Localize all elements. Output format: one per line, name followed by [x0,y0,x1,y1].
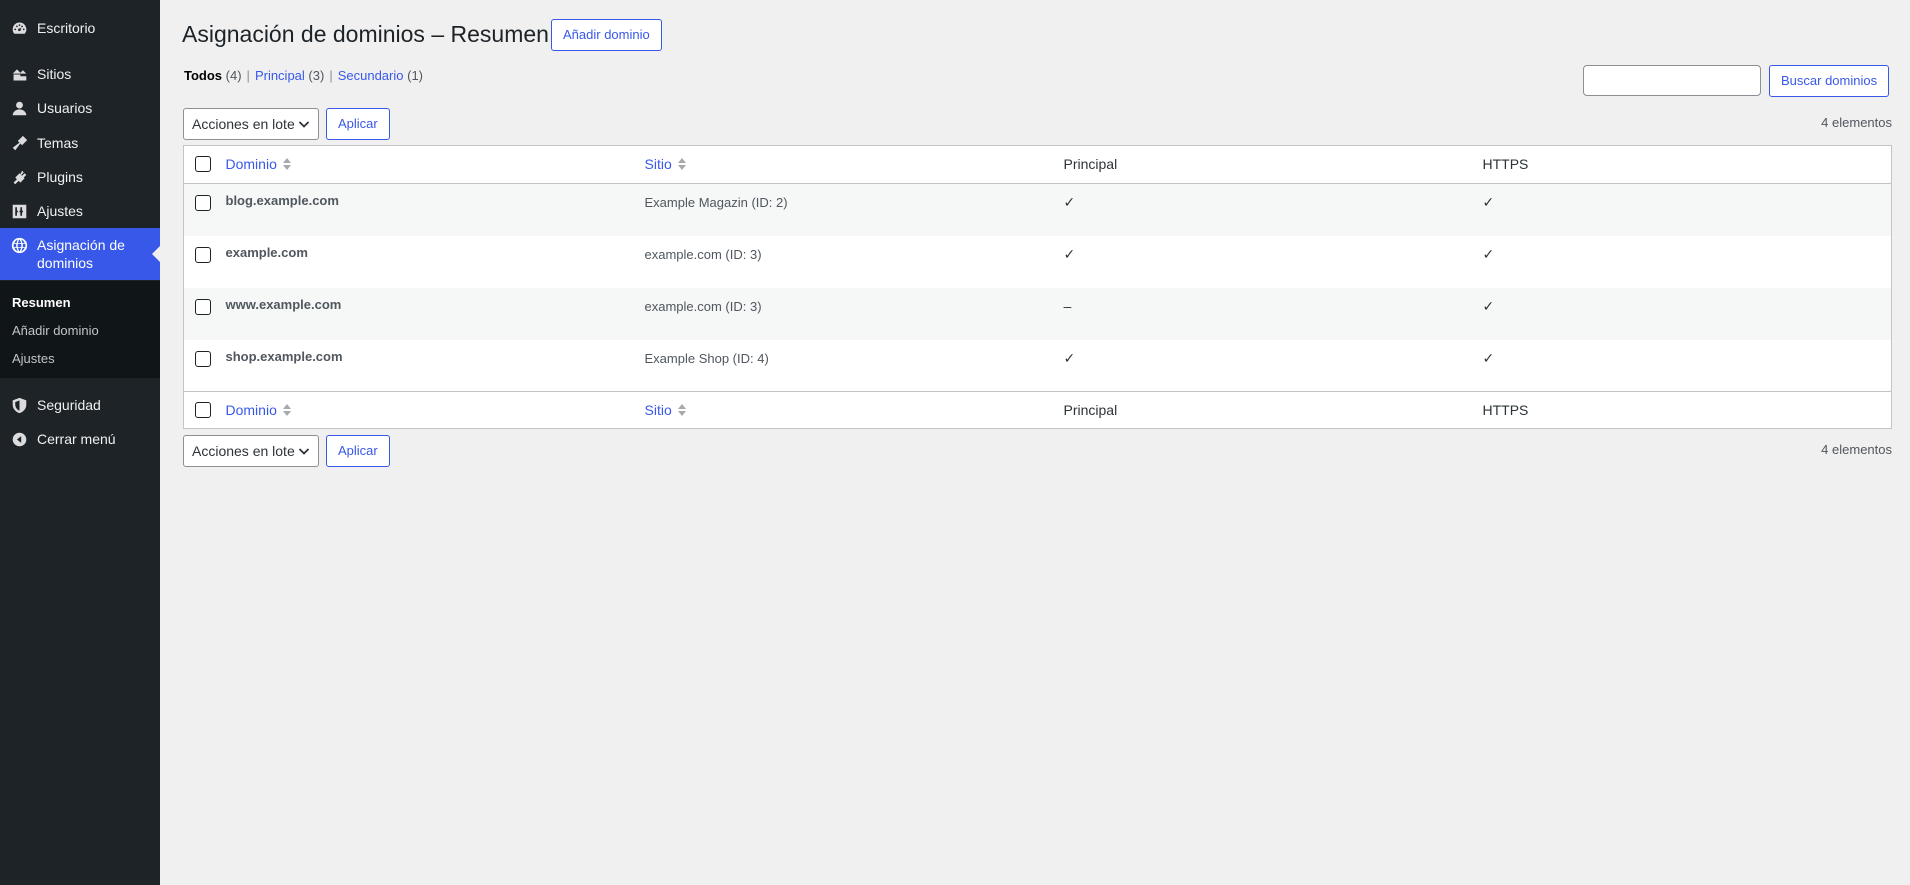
primary-cell: ✓ [1063,194,1076,210]
table-row: example.com example.com (ID: 3) ✓ ✓ [184,236,1892,288]
search-domains-button[interactable]: Buscar dominios [1769,65,1890,97]
search-input[interactable] [1583,65,1761,96]
domain-cell[interactable]: blog.example.com [218,184,637,236]
row-checkbox[interactable] [195,298,211,315]
sites-icon [10,65,28,83]
primary-cell: ✓ [1063,349,1076,366]
sort-icon [677,158,686,170]
sidebar-item-label: Seguridad [37,397,101,413]
globe-icon [10,236,28,254]
admin-sidebar: Escritorio Sitios Usuarios Temas Plugins… [0,0,160,885]
domain-cell[interactable]: www.example.com [218,288,637,340]
submenu-item-resumen[interactable]: Resumen [0,289,160,317]
sort-icon [282,158,291,170]
filter-links: Todos (4) | Principal (3) | Secundario (1) [184,68,423,83]
items-count: 4 elementos [1821,442,1892,457]
users-icon [10,99,28,117]
bulk-actions-select-bottom[interactable]: Acciones en lote [183,435,319,467]
row-checkbox[interactable] [195,350,211,367]
table-footer-row: Dominio Sitio Principal HTTPS [183,391,1892,429]
table-row: blog.example.com Example Magazin (ID: 2)… [183,183,1892,236]
sidebar-item-label: Plugins [37,169,83,185]
themes-icon [10,134,28,152]
chevron-down-icon [298,448,310,455]
sidebar-item-label: Sitios [37,66,72,82]
collapse-icon [10,430,28,448]
sidebar-item-seguridad[interactable]: Seguridad [0,396,160,414]
column-header-primary: Principal [1055,145,1475,184]
bulk-actions-select[interactable]: Acciones en lote [183,108,319,140]
row-checkbox[interactable] [195,246,211,263]
https-cell: ✓ [1482,349,1495,366]
shield-icon [10,396,28,414]
filter-secondary[interactable]: Secundario [338,68,404,83]
domain-cell[interactable]: example.com [218,236,637,288]
sidebar-submenu: Resumen Añadir dominio Ajustes [0,281,160,378]
column-footer-domain[interactable]: Dominio [226,402,291,418]
table-row: www.example.com example.com (ID: 3) – ✓ [183,287,1892,340]
add-domain-button[interactable]: Añadir dominio [551,19,662,51]
sidebar-item-label: Cerrar menú [37,431,116,447]
dashboard-icon [10,19,28,37]
apply-button-bottom[interactable]: Aplicar [326,435,390,467]
apply-button[interactable]: Aplicar [326,108,390,140]
site-cell: example.com (ID: 3) [644,246,762,262]
https-cell: ✓ [1482,245,1495,262]
items-count: 4 elementos [1821,115,1892,130]
site-cell: Example Magazin (ID: 2) [644,195,788,210]
sidebar-item-escritorio[interactable]: Escritorio [0,19,160,37]
sidebar-item-sitios[interactable]: Sitios [0,65,160,83]
sidebar-item-temas[interactable]: Temas [0,134,160,152]
sidebar-item-label: Escritorio [37,20,96,36]
sidebar-item-label: Usuarios [37,100,93,116]
sidebar-item-label: Temas [37,135,79,151]
site-cell: example.com (ID: 3) [644,298,762,314]
settings-icon [10,202,28,220]
sort-icon [677,404,686,416]
sidebar-item-ajustes[interactable]: Ajustes [0,202,160,220]
row-checkbox[interactable] [195,195,211,211]
domains-table: Dominio Sitio Principal HTTPS blog.examp… [183,145,1892,429]
column-header-site[interactable]: Sitio [645,156,686,172]
sidebar-item-label: Ajustes [37,203,83,219]
select-all-checkbox-footer[interactable] [195,402,211,418]
sidebar-item-plugins[interactable]: Plugins [0,168,160,186]
primary-cell: ✓ [1063,245,1076,262]
https-cell: ✓ [1482,194,1495,210]
filter-primary[interactable]: Principal [255,68,305,83]
select-all-checkbox[interactable] [195,156,211,172]
sort-icon [282,404,291,416]
plugins-icon [10,168,28,186]
https-cell: ✓ [1482,297,1495,314]
page-title: Asignación de dominios – Resumen [182,21,549,47]
table-row: shop.example.com Example Shop (ID: 4) ✓ … [184,340,1892,392]
column-footer-primary: Principal [1055,391,1475,429]
sidebar-item-asignacion-de-dominios[interactable]: Asignación de dominios [0,228,160,280]
site-cell: Example Shop (ID: 4) [644,350,769,366]
submenu-item-ajustes[interactable]: Ajustes [0,345,160,373]
bulk-actions-label: Acciones en lote [192,116,295,132]
column-header-https: HTTPS [1474,145,1892,184]
collapse-menu-button[interactable]: Cerrar menú [0,430,160,448]
submenu-item-anadir-dominio[interactable]: Añadir dominio [0,317,160,345]
column-header-domain[interactable]: Dominio [226,156,291,172]
sidebar-item-usuarios[interactable]: Usuarios [0,99,160,117]
column-footer-https: HTTPS [1474,391,1892,429]
tablenav-top: Acciones en lote Aplicar 4 elementos [183,107,1892,141]
bulk-actions-label: Acciones en lote [192,443,295,459]
tablenav-bottom: Acciones en lote Aplicar 4 elementos [183,434,1892,468]
filter-all[interactable]: Todos (4) [184,68,242,83]
chevron-down-icon [298,121,310,128]
sidebar-item-label: Asignación de dominios [37,237,125,271]
primary-cell: – [1063,297,1072,314]
table-header-row: Dominio Sitio Principal HTTPS [183,145,1892,184]
domain-cell[interactable]: shop.example.com [218,340,637,392]
column-footer-site[interactable]: Sitio [645,402,686,418]
